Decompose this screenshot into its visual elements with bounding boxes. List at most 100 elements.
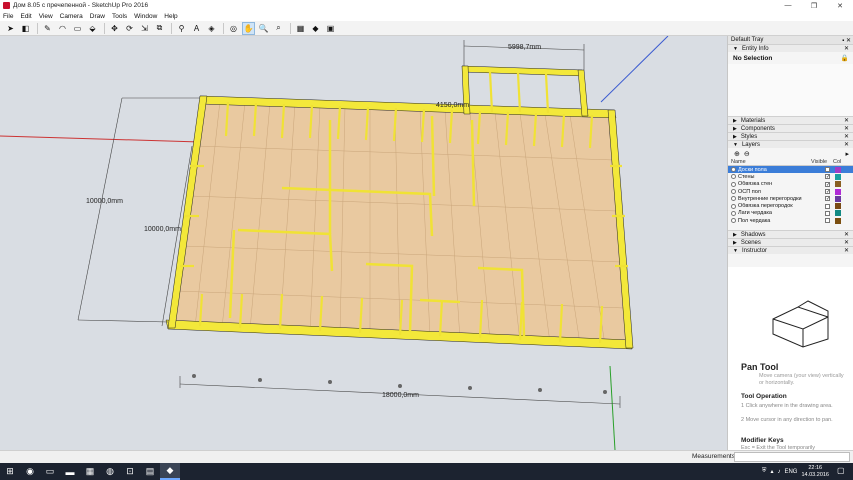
model-canvas[interactable] [0,36,727,450]
sketchup-taskbar-icon[interactable]: ◆ [160,463,180,480]
offset-icon[interactable]: ⧉ [153,22,166,35]
layer-color-swatch[interactable] [835,217,841,224]
active-layer-radio[interactable] [731,210,736,216]
store-icon[interactable]: ⊡ [120,463,140,480]
tape-measure-icon[interactable]: ⚲ [175,22,188,35]
layer-row[interactable]: Обвязка стен ✓ [728,181,853,188]
text-icon[interactable]: A [190,22,203,35]
shield-icon[interactable]: ⛨ [762,468,767,475]
paint-bucket-icon[interactable]: ◈ [205,22,218,35]
visible-checkbox[interactable] [825,210,830,216]
rotate-icon[interactable]: ⟳ [123,22,136,35]
pan-icon[interactable]: ✋ [242,21,255,35]
media-icon[interactable]: ◍ [100,463,120,480]
close-icon[interactable]: ✕ [844,231,849,238]
visible-checkbox[interactable]: ✓ [825,167,830,173]
layer-name[interactable]: Доски пола [738,167,810,173]
visible-checkbox[interactable]: ✓ [825,181,830,187]
file-explorer-icon[interactable]: ▬ [60,463,80,480]
layer-color-swatch[interactable] [835,166,841,173]
layout-icon[interactable]: ▣ [324,22,337,35]
panel-materials[interactable]: ▶ Materials ✕ [728,116,853,124]
minimize-button[interactable]: — [775,0,801,11]
layer-color-swatch[interactable] [835,188,841,195]
layer-color-swatch[interactable] [835,173,841,180]
close-icon[interactable]: ✕ [844,133,849,140]
measurements-input[interactable] [734,452,850,462]
panel-components[interactable]: ▶ Components ✕ [728,124,853,132]
panel-entity-info[interactable]: ▼ Entity Info ✕ [728,44,853,52]
active-layer-radio[interactable] [731,167,736,173]
menu-draw[interactable]: Draw [90,13,105,20]
layer-row[interactable]: Стены ✓ [728,173,853,180]
menu-edit[interactable]: Edit [20,13,31,20]
zoom-icon[interactable]: 🔍 [257,22,270,35]
layer-row[interactable]: ОСП пол ✓ [728,188,853,195]
visible-checkbox[interactable]: ✓ [825,196,830,202]
visible-checkbox[interactable]: ✓ [825,189,830,195]
app-icon[interactable]: ▦ [80,463,100,480]
orbit-icon[interactable]: ◎ [227,22,240,35]
active-layer-radio[interactable] [731,181,736,187]
layer-row[interactable]: Доски пола ✓ [728,166,853,174]
move-icon[interactable]: ✥ [108,22,121,35]
task-view-icon[interactable]: ▭ [40,463,60,480]
windows-start-icon[interactable]: ⊞ [0,463,20,480]
panel-instructor[interactable]: ▼ Instructor ✕ [728,246,853,255]
panel-scenes[interactable]: ▶ Scenes ✕ [728,238,853,247]
volume-icon[interactable]: ♪ [777,469,780,475]
close-icon[interactable]: ✕ [844,141,849,148]
push-pull-icon[interactable]: ⬙ [86,22,99,35]
close-icon[interactable]: ✕ [844,247,849,254]
active-layer-radio[interactable] [731,196,736,202]
close-button[interactable]: ✕ [827,0,853,11]
panel-styles[interactable]: ▶ Styles ✕ [728,132,853,140]
layer-name[interactable]: Лаги чердака [738,210,810,216]
close-icon[interactable]: ✕ [844,239,849,246]
active-layer-radio[interactable] [731,189,736,195]
menu-window[interactable]: Window [134,13,157,20]
menu-help[interactable]: Help [164,13,177,20]
visible-checkbox[interactable] [825,218,830,224]
visible-checkbox[interactable]: ✓ [825,174,830,180]
clock[interactable]: 22:16 14.03.2016 [801,465,829,478]
chrome-icon[interactable]: ◉ [20,463,40,480]
layer-name[interactable]: Обвязка стен [738,181,810,187]
panel-shadows[interactable]: ▶ Shadows ✕ [728,230,853,239]
documents-icon[interactable]: ▤ [140,463,160,480]
menu-tools[interactable]: Tools [112,13,127,20]
visible-checkbox[interactable] [825,203,830,209]
eraser-icon[interactable]: ◧ [19,22,32,35]
drawing-area[interactable]: 5998,7mm 4150,0mm 10000,0mm 10000,0mm 18… [0,36,727,450]
details-icon[interactable]: ▸ [845,150,849,158]
remove-layer-icon[interactable]: ⊖ [744,150,750,158]
add-layer-icon[interactable]: ⊕ [734,150,740,158]
menu-camera[interactable]: Camera [60,13,83,20]
close-icon[interactable]: ✕ [844,125,849,132]
layer-row[interactable]: Лаги чердака [728,210,853,217]
close-icon[interactable]: ✕ [844,45,849,52]
layer-name[interactable]: ОСП пол [738,189,810,195]
warehouse-icon[interactable]: ▦ [294,22,307,35]
scale-icon[interactable]: ⇲ [138,22,151,35]
pencil-icon[interactable]: ✎ [41,22,54,35]
layer-row[interactable]: Внутренние перегородки ✓ [728,195,853,202]
layer-color-swatch[interactable] [835,195,841,202]
layer-color-swatch[interactable] [835,181,841,188]
layer-name[interactable]: Стены [738,174,810,180]
rectangle-icon[interactable]: ▭ [71,22,84,35]
extension-icon[interactable]: ◆ [309,22,322,35]
menu-file[interactable]: File [3,13,13,20]
close-icon[interactable]: ✕ [844,117,849,124]
maximize-button[interactable]: ❐ [801,0,827,11]
layer-name[interactable]: Обвязка перегородок [738,203,810,209]
zoom-extents-icon[interactable]: ⌕ [272,22,285,35]
active-layer-radio[interactable] [731,174,736,180]
active-layer-radio[interactable] [731,203,736,209]
layer-row[interactable]: Обвязка перегородок [728,202,853,210]
menu-view[interactable]: View [39,13,53,20]
language-indicator[interactable]: ENG [784,469,797,475]
layer-name[interactable]: Внутренние перегородки [738,196,810,202]
network-icon[interactable]: ▴ [770,468,773,475]
layer-color-swatch[interactable] [835,210,841,217]
